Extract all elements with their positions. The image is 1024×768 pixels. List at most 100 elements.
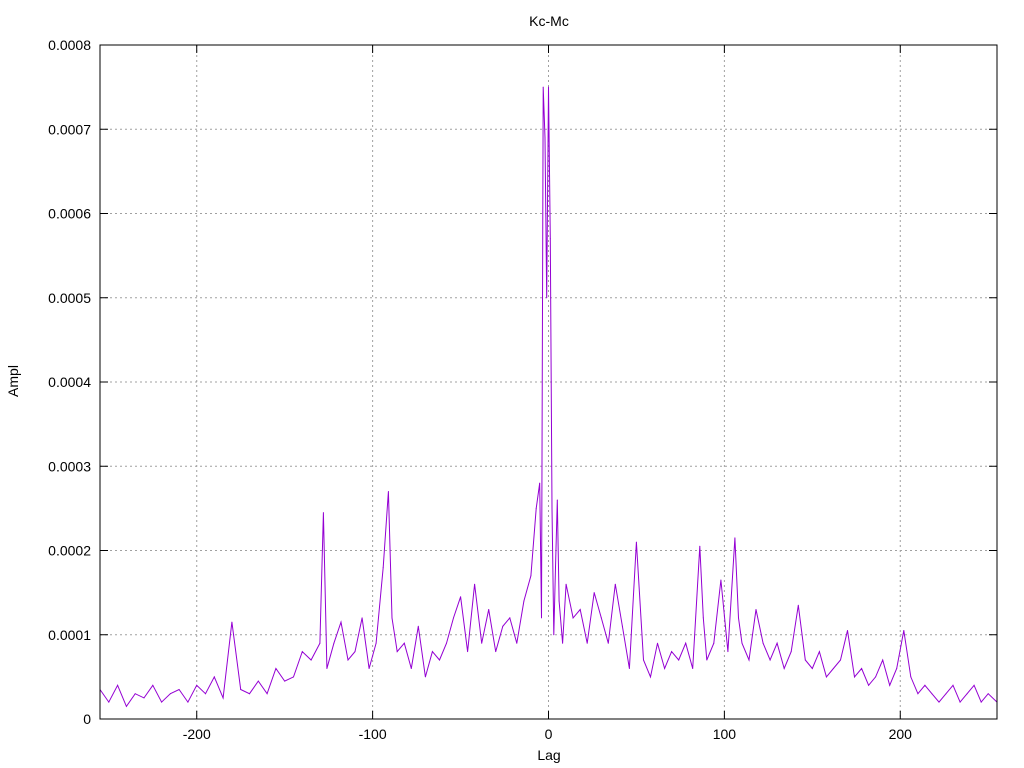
- y-tick-label: 0.0008: [48, 37, 91, 53]
- y-tick-label: 0.0005: [48, 290, 91, 306]
- data-point: [322, 512, 324, 514]
- data-point: [797, 604, 799, 606]
- data-point: [240, 689, 242, 690]
- data-point: [607, 642, 609, 644]
- data-point: [266, 693, 268, 695]
- y-tick-label: 0: [83, 711, 91, 727]
- data-point: [310, 659, 312, 661]
- data-point: [952, 684, 954, 686]
- data-point: [643, 659, 644, 661]
- data-point: [945, 693, 947, 695]
- data-point: [903, 630, 905, 631]
- x-tick-label: 100: [713, 726, 737, 742]
- data-point: [417, 625, 419, 627]
- y-tick-label: 0.0003: [48, 458, 91, 474]
- data-point: [678, 659, 680, 661]
- data-point: [382, 566, 384, 568]
- data-point: [741, 642, 743, 644]
- data-point: [284, 680, 286, 682]
- data-point: [301, 651, 303, 653]
- y-tick-label: 0.0006: [48, 206, 91, 222]
- data-point: [474, 583, 476, 585]
- data-point: [572, 617, 574, 619]
- data-point: [938, 701, 940, 703]
- data-point: [628, 668, 630, 669]
- data-point: [685, 642, 687, 644]
- data-point: [650, 676, 651, 678]
- data-point: [635, 541, 637, 543]
- data-point: [446, 642, 447, 644]
- data-point: [910, 676, 912, 678]
- data-point: [387, 491, 389, 492]
- data-point: [657, 642, 658, 644]
- data-point: [544, 137, 546, 139]
- data-point: [410, 668, 412, 669]
- data-point: [460, 596, 462, 598]
- data-point: [319, 642, 321, 644]
- data-point: [542, 86, 544, 88]
- y-axis-label: Ampl: [5, 365, 21, 397]
- data-point: [586, 642, 588, 644]
- x-tick-label: -100: [359, 726, 387, 742]
- data-point: [125, 705, 127, 707]
- data-point: [727, 651, 729, 653]
- chart: -200 -100 0 100 200 0 0.0001 0.0002 0.0003 0.0004…: [0, 0, 1024, 768]
- y-tick-label: 0.0004: [48, 374, 91, 390]
- data-point: [702, 617, 704, 619]
- data-point: [980, 701, 982, 703]
- data-point: [205, 693, 206, 695]
- data-point: [509, 617, 511, 619]
- data-point: [783, 668, 785, 669]
- data-point: [854, 676, 855, 678]
- data-point: [403, 642, 405, 644]
- data-point: [987, 693, 989, 695]
- data-point: [134, 693, 136, 695]
- data-point: [776, 642, 778, 644]
- chart-title: Kc-Mc: [529, 13, 569, 29]
- data-point: [565, 583, 567, 585]
- chart-background: [0, 0, 1024, 768]
- data-point: [152, 684, 154, 686]
- data-point: [755, 609, 757, 610]
- data-point: [187, 701, 189, 703]
- data-point: [593, 592, 595, 594]
- data-point: [467, 651, 469, 653]
- data-point: [340, 621, 342, 623]
- data-point: [811, 668, 813, 669]
- y-tick-label: 0.0001: [48, 627, 91, 643]
- data-point: [502, 625, 504, 627]
- data-point: [875, 676, 877, 678]
- data-point: [431, 651, 433, 653]
- data-point: [326, 668, 328, 669]
- data-point: [818, 651, 820, 653]
- data-point: [882, 659, 884, 661]
- data-point: [973, 684, 975, 686]
- data-point: [840, 659, 841, 661]
- data-point: [861, 668, 863, 669]
- data-point: [832, 668, 834, 669]
- x-tick-label: 0: [545, 726, 553, 742]
- data-point: [222, 697, 224, 699]
- y-tick-label: 0.0007: [48, 121, 91, 137]
- data-point: [488, 609, 490, 610]
- data-point: [558, 600, 560, 602]
- data-point: [213, 676, 215, 678]
- data-point: [551, 507, 553, 509]
- data-point: [481, 642, 483, 644]
- data-point: [621, 625, 623, 627]
- data-point: [713, 642, 715, 644]
- data-point: [368, 668, 370, 669]
- data-point: [523, 600, 525, 602]
- data-point: [738, 617, 739, 619]
- data-point: [825, 676, 827, 678]
- data-point: [931, 693, 933, 695]
- data-point: [424, 676, 426, 678]
- data-point: [361, 617, 363, 619]
- x-tick-label: 200: [889, 726, 913, 742]
- data-point: [391, 617, 393, 619]
- data-point: [896, 668, 898, 669]
- data-point: [354, 651, 356, 653]
- data-point: [169, 693, 171, 695]
- data-point: [549, 238, 551, 240]
- data-point: [546, 297, 548, 299]
